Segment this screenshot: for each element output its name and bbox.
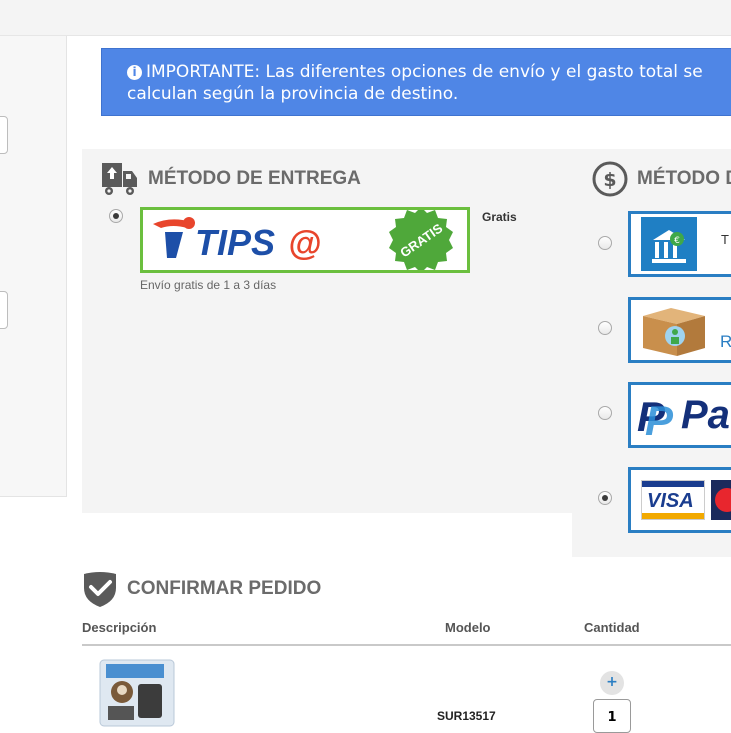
delivery-truck-icon (102, 161, 138, 197)
payment-option-label: R (720, 332, 731, 352)
visa-card-icon: VISA (641, 480, 705, 520)
quantity-increase-button[interactable]: + (600, 671, 624, 695)
left-sidebar-panel (0, 36, 67, 497)
delivery-note: Envío gratis de 1 a 3 días (140, 278, 277, 292)
delivery-method-panel (82, 149, 582, 513)
column-header-model: Modelo (445, 620, 491, 635)
tips-logo: TIPS @ GRATIS (153, 207, 453, 273)
svg-text:€: € (674, 236, 680, 246)
gratis-badge: GRATIS (389, 207, 453, 273)
package-icon (643, 308, 705, 356)
top-bar (0, 0, 731, 36)
column-header-quantity: Cantidad (584, 620, 640, 635)
payment-radio-cash-on-delivery[interactable] (598, 321, 612, 335)
confirm-title: CONFIRMAR PEDIDO (127, 578, 322, 599)
product-thumbnail[interactable] (92, 656, 180, 728)
payment-option-cash-on-delivery[interactable]: R (628, 297, 731, 363)
dollar-circle-icon: $ (592, 161, 628, 197)
bank-icon: € (641, 217, 697, 271)
svg-text:$: $ (603, 169, 616, 191)
payment-option-bank-transfer[interactable]: € T (628, 211, 731, 277)
delivery-price: Gratis (482, 210, 517, 224)
delivery-radio-tips[interactable] (109, 209, 123, 223)
payment-radio-credit-card[interactable] (598, 491, 612, 505)
svg-text:TIPS: TIPS (195, 222, 275, 263)
info-icon: i (127, 65, 142, 80)
left-input-field[interactable] (0, 116, 8, 154)
payment-title: MÉTODO D (637, 168, 731, 189)
delivery-title: MÉTODO DE ENTREGA (148, 168, 361, 189)
svg-text:@: @ (288, 225, 321, 263)
table-row: SUR13517 (82, 646, 731, 728)
shield-check-icon (82, 571, 118, 607)
left-input-field-2[interactable] (0, 291, 8, 329)
tips-shipping-option[interactable]: TIPS @ GRATIS (140, 207, 470, 273)
shipping-notice: i IMPORTANTE: Las diferentes opciones de … (101, 48, 731, 116)
payment-option-paypal[interactable]: P P Pa (628, 382, 731, 448)
mastercard-icon (711, 480, 731, 520)
payment-radio-bank-transfer[interactable] (598, 236, 612, 250)
payment-radio-paypal[interactable] (598, 406, 612, 420)
notice-text: IMPORTANTE: Las diferentes opciones de e… (127, 62, 703, 104)
product-model: SUR13517 (437, 709, 496, 723)
svg-text:P: P (645, 397, 674, 444)
quantity-input[interactable]: 1 (593, 699, 631, 733)
paypal-wordmark: Pa (681, 393, 730, 437)
payment-option-credit-card[interactable]: VISA (628, 467, 731, 533)
column-header-description: Descripción (82, 620, 157, 635)
payment-option-label: T (721, 232, 729, 247)
